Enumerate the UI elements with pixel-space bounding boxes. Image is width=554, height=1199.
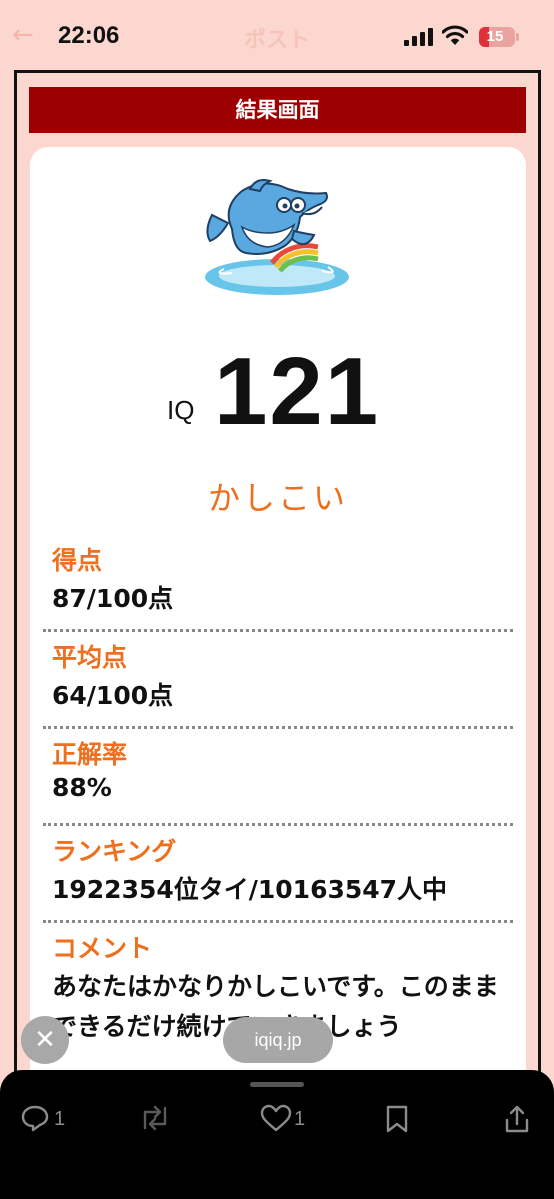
ranking-label: ランキング: [52, 837, 177, 866]
comment-label: コメント: [52, 934, 153, 963]
dolphin-mascot-image: [205, 179, 349, 295]
score-label: 得点: [52, 546, 103, 575]
result-row-average: 平均点 64/100点: [43, 632, 513, 729]
iq-label: IQ: [167, 395, 195, 425]
score-value: 87/100点: [52, 584, 174, 613]
battery-icon: 15: [479, 27, 515, 47]
cellular-signal-icon: [404, 28, 434, 46]
close-button[interactable]: ✕: [21, 1016, 69, 1064]
bookmark-icon: [386, 1105, 408, 1133]
like-count: 1: [294, 1108, 306, 1130]
result-row-accuracy: 正解率 88%: [43, 729, 513, 826]
heart-icon: [260, 1104, 292, 1132]
reply-button[interactable]: 1: [20, 1104, 80, 1134]
ranking-value: 1922354位タイ/10163547人中: [52, 875, 448, 904]
battery-tip: [516, 33, 519, 41]
repost-icon: [143, 1105, 167, 1131]
reply-icon: [21, 1105, 49, 1132]
status-bar: ← ポスト 22:06 15: [0, 0, 554, 66]
result-card: IQ 121 かしこい 得点 87/100点 平均点 64/100点 正解率 8…: [30, 147, 526, 1107]
iq-rank-word: かしこい: [207, 479, 348, 517]
page-title: 結果画面: [29, 87, 526, 133]
like-button[interactable]: 1: [260, 1104, 320, 1134]
status-time: 22:06: [58, 22, 120, 49]
average-label: 平均点: [52, 643, 128, 672]
wifi-icon: [442, 25, 468, 45]
bookmark-button[interactable]: [384, 1104, 410, 1134]
reply-count: 1: [54, 1108, 66, 1130]
iq-value: 121: [214, 338, 381, 445]
battery-level: 15: [486, 28, 504, 45]
header-title: ポスト: [244, 28, 311, 53]
repost-button[interactable]: [139, 1104, 171, 1134]
sheet-grabber[interactable]: [250, 1082, 304, 1087]
back-arrow-icon[interactable]: ←: [12, 20, 34, 50]
share-icon: [505, 1105, 529, 1133]
result-frame: 結果画面 IQ 121 かしこい 得点 87/100点 平均点 64/100点 …: [14, 70, 541, 1107]
average-value: 64/100点: [52, 681, 174, 710]
result-row-score: 得点 87/100点: [43, 535, 513, 632]
result-list: 得点 87/100点 平均点 64/100点 正解率 88% ランキング 192…: [43, 535, 513, 1083]
iq-score: IQ 121: [30, 338, 526, 445]
post-action-bar: 1 1: [0, 1070, 554, 1199]
accuracy-label: 正解率: [52, 740, 128, 769]
result-row-ranking: ランキング 1922354位タイ/10163547人中: [43, 826, 513, 923]
accuracy-value: 88%: [52, 773, 112, 802]
share-button[interactable]: [504, 1104, 530, 1134]
url-pill[interactable]: iqiq.jp: [223, 1017, 333, 1063]
